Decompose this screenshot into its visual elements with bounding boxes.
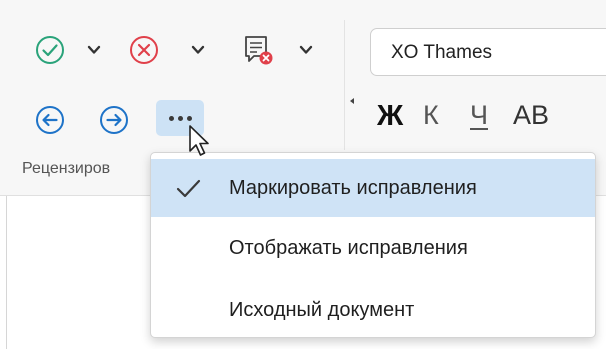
review-group-label: Рецензиров (22, 160, 111, 177)
dot (177, 115, 183, 121)
underline-button[interactable]: Ч (470, 100, 488, 131)
arrow-right-circle-icon (100, 106, 128, 134)
reject-change-button[interactable] (124, 30, 164, 70)
mouse-pointer-icon (189, 125, 209, 156)
previous-change-button[interactable] (30, 100, 70, 140)
font-name-field[interactable]: XO Thames (370, 28, 606, 76)
delete-comment-button[interactable] (236, 28, 280, 72)
reject-x-icon (130, 36, 158, 64)
menu-item-show-changes[interactable]: Отображать исправления (151, 219, 595, 277)
chevron-down-icon[interactable] (190, 42, 206, 58)
menu-item-label: Исходный документ (229, 298, 415, 321)
chevron-down-icon[interactable] (298, 42, 314, 58)
page-edge (6, 196, 7, 349)
dot (186, 115, 192, 121)
dot (168, 115, 174, 121)
bold-button[interactable]: Ж (377, 100, 403, 133)
group-separator (344, 20, 345, 150)
font-name-value: XO Thames (391, 42, 493, 63)
accept-change-button[interactable] (30, 30, 70, 70)
arrow-left-circle-icon (36, 106, 64, 134)
strikethrough-button[interactable]: АВ (513, 100, 549, 131)
menu-item-original-document[interactable]: Исходный документ (151, 281, 595, 337)
menu-item-label: Маркировать исправления (229, 176, 477, 199)
italic-button[interactable]: К (423, 100, 439, 131)
menu-item-mark-changes[interactable]: Маркировать исправления (151, 159, 595, 217)
collapse-arrow-icon[interactable] (350, 98, 354, 104)
next-change-button[interactable] (94, 100, 134, 140)
checkmark-icon (176, 179, 201, 198)
menu-item-label: Отображать исправления (229, 236, 468, 259)
comment-delete-icon (245, 36, 273, 65)
accept-check-icon (36, 36, 64, 64)
chevron-down-icon[interactable] (86, 42, 102, 58)
track-changes-menu: Маркировать исправления Отображать испра… (150, 152, 596, 338)
